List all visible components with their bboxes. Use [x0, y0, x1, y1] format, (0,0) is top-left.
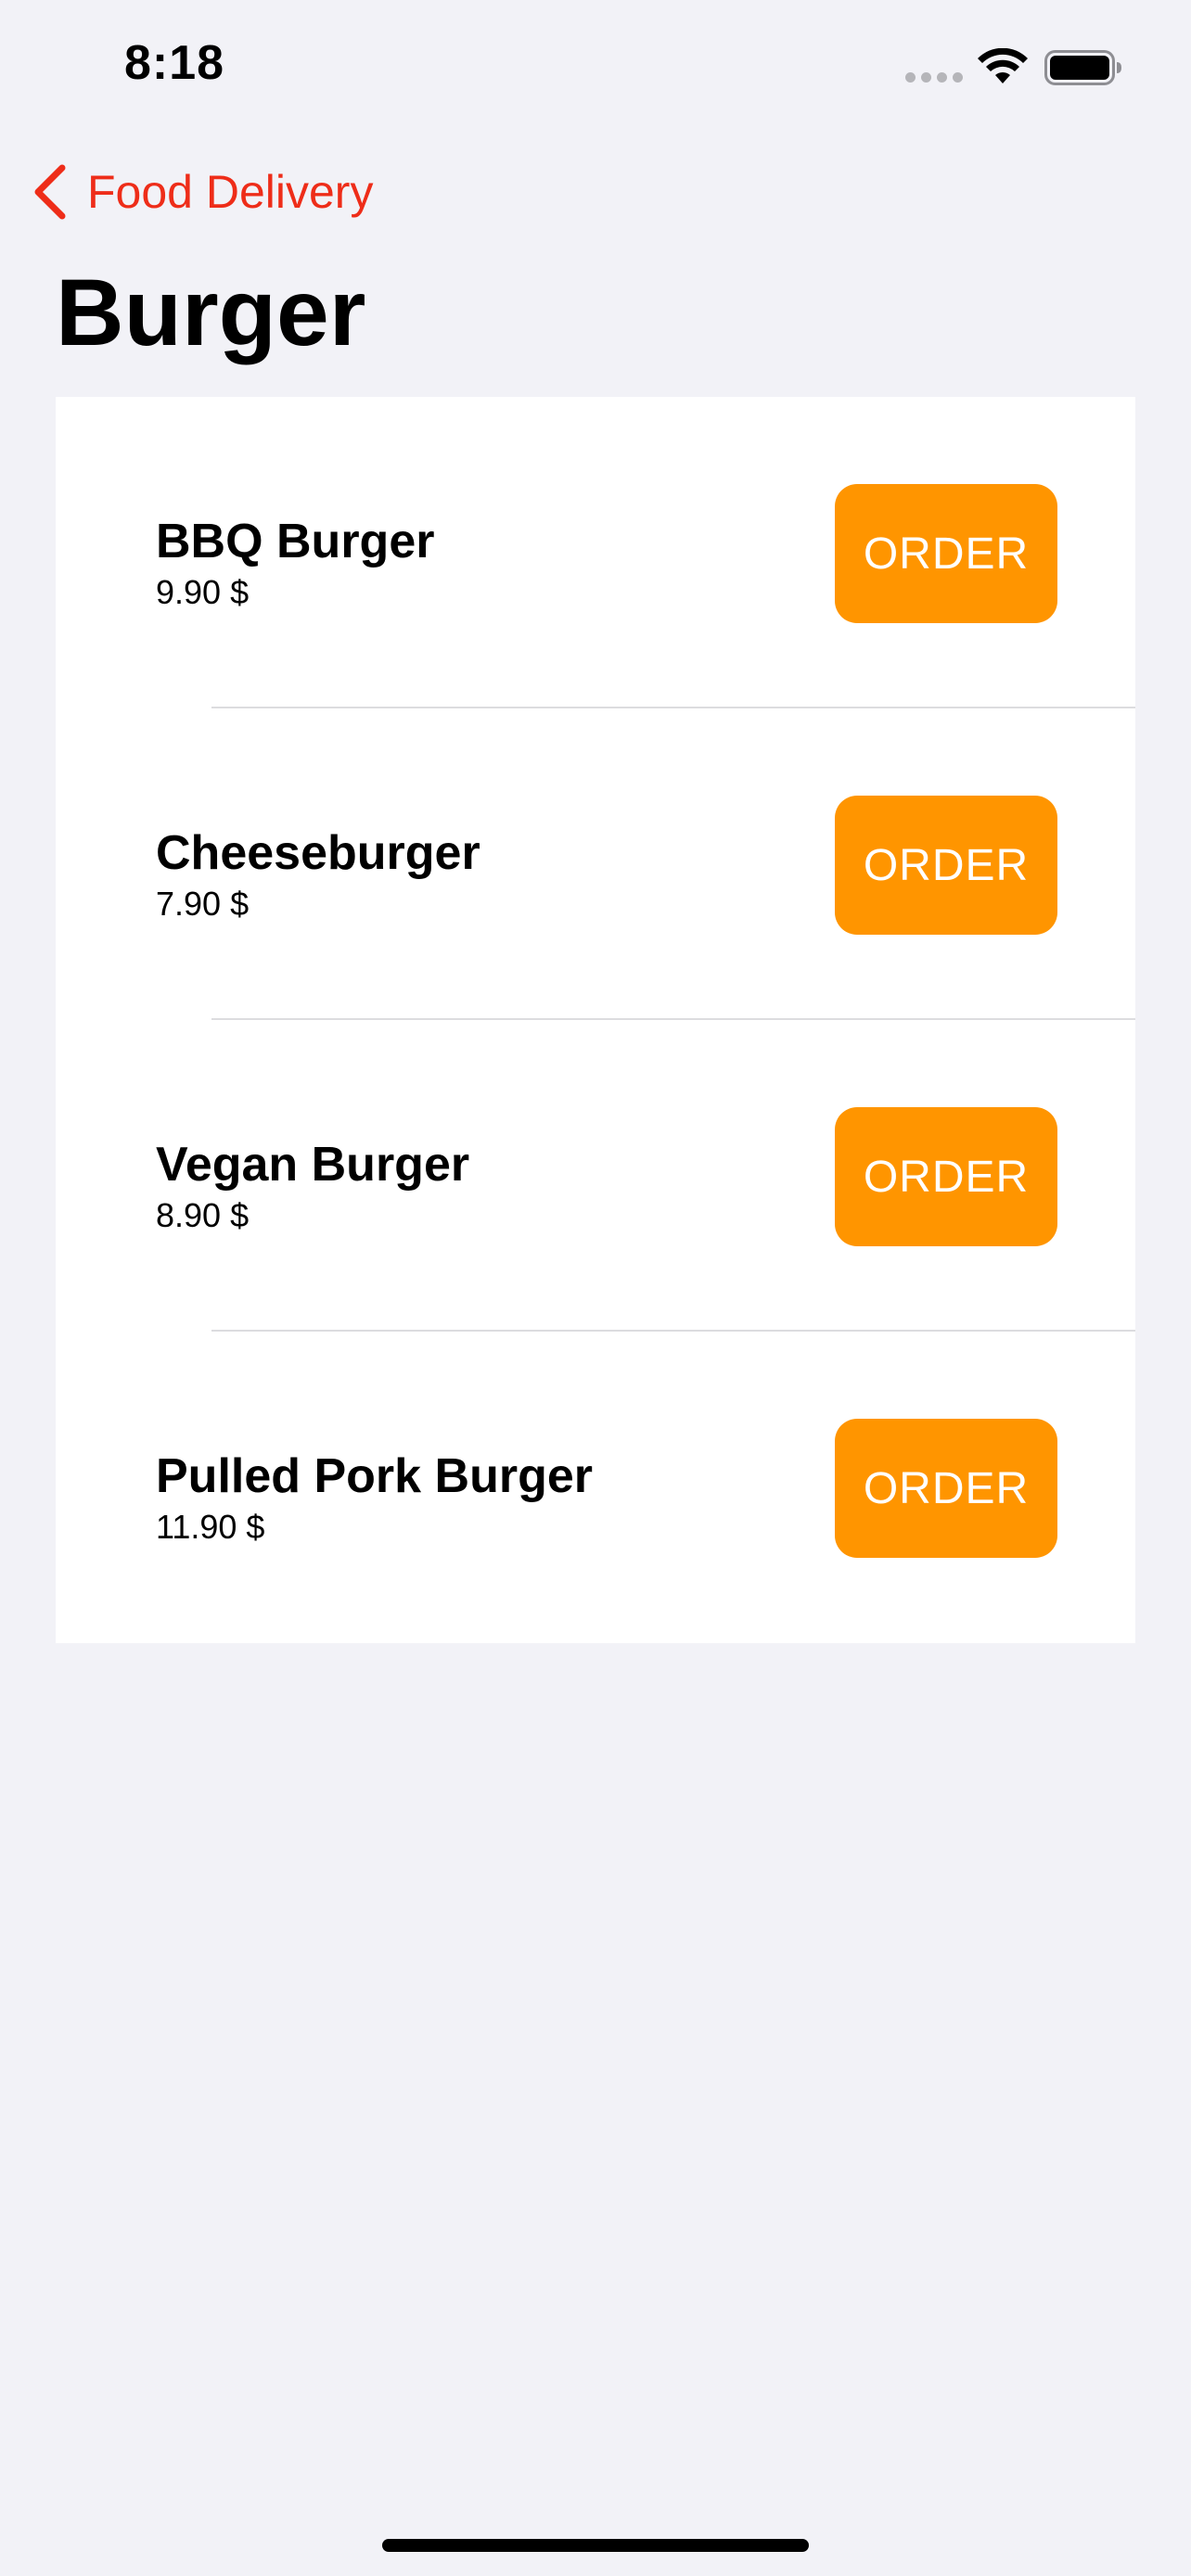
item-name: BBQ Burger: [156, 515, 435, 568]
status-bar: 8:18: [0, 0, 1191, 130]
item-price: 9.90 $: [156, 573, 250, 611]
menu-list: BBQ Burger 9.90 $ ORDER Cheeseburger 7.9…: [56, 397, 1135, 1643]
wifi-icon: [978, 48, 1028, 83]
menu-item-cheeseburger: Cheeseburger 7.90 $ ORDER: [56, 708, 1135, 1020]
order-button[interactable]: ORDER: [835, 1107, 1057, 1246]
menu-item-pulled-pork-burger: Pulled Pork Burger 11.90 $ ORDER: [56, 1332, 1135, 1643]
order-button[interactable]: ORDER: [835, 796, 1057, 935]
item-name: Cheeseburger: [156, 826, 480, 880]
menu-item-vegan-burger: Vegan Burger 8.90 $ ORDER: [56, 1020, 1135, 1332]
item-name: Vegan Burger: [156, 1138, 470, 1192]
item-price: 7.90 $: [156, 885, 250, 923]
page-title: Burger: [56, 260, 366, 365]
menu-item-bbq-burger: BBQ Burger 9.90 $ ORDER: [56, 397, 1135, 708]
order-button[interactable]: ORDER: [835, 484, 1057, 623]
item-price: 8.90 $: [156, 1196, 250, 1234]
back-button-label: Food Delivery: [87, 166, 374, 218]
home-indicator[interactable]: [382, 2539, 809, 2552]
battery-icon: [1044, 50, 1121, 85]
signal-dots-icon: [905, 72, 963, 83]
back-button[interactable]: Food Delivery: [32, 159, 373, 224]
order-button[interactable]: ORDER: [835, 1419, 1057, 1558]
chevron-left-icon: [34, 164, 66, 220]
item-price: 11.90 $: [156, 1508, 265, 1546]
status-time: 8:18: [124, 36, 225, 90]
item-name: Pulled Pork Burger: [156, 1449, 593, 1503]
